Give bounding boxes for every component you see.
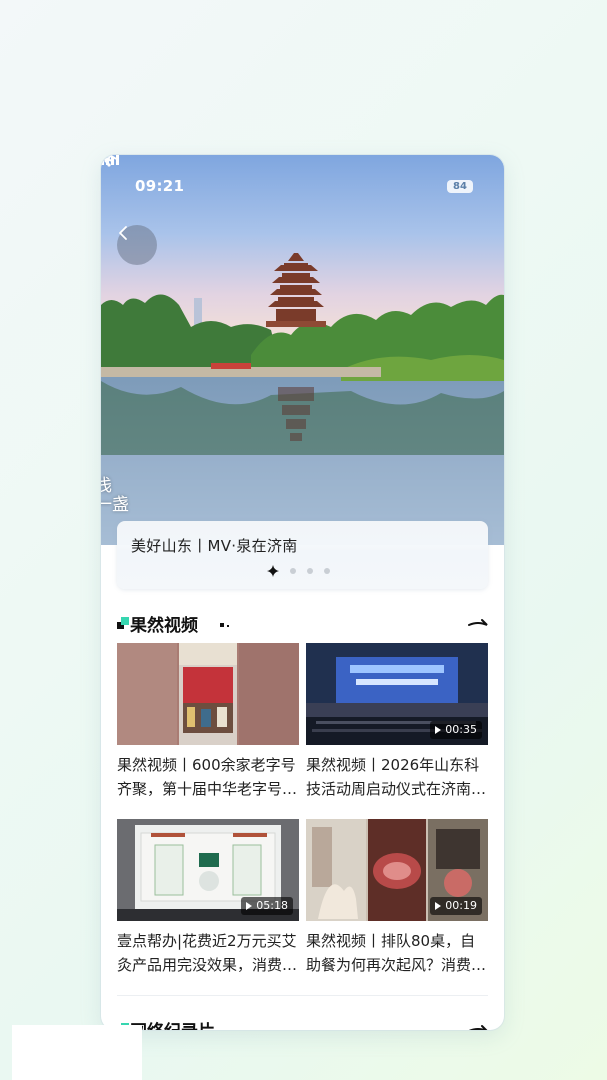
- section-accent-mark-icon: [117, 617, 129, 629]
- chevron-left-icon: [119, 226, 127, 240]
- back-button[interactable]: [117, 225, 157, 265]
- section-title: 果然视频: [130, 616, 198, 636]
- carousel-dots: [267, 565, 330, 577]
- play-icon: [435, 902, 442, 910]
- carousel-dot[interactable]: [290, 568, 296, 574]
- section-divider: [117, 995, 488, 996]
- video-title[interactable]: 果然视频丨600余家老字号齐聚，第十届中华老字号博览会开幕: [117, 753, 301, 801]
- overlay-white-block: [12, 1025, 142, 1080]
- thumbnail-image-expo: [117, 643, 299, 745]
- play-icon: [246, 902, 253, 910]
- play-icon: [435, 726, 442, 734]
- battery-icon: 84: [447, 180, 473, 193]
- more-arrow-icon[interactable]: [468, 615, 488, 629]
- video-thumbnail[interactable]: [117, 643, 299, 745]
- video-title[interactable]: 果然视频丨排队80桌，自助餐为何再次起风？消费者直呼划算: [306, 929, 490, 977]
- section-header-guoran: 果然视频: [117, 609, 488, 637]
- carousel-dot[interactable]: [307, 568, 313, 574]
- status-bar: 09:21 84: [101, 155, 504, 217]
- video-thumbnail[interactable]: 05:18: [117, 819, 299, 921]
- status-time: 09:21: [135, 177, 185, 195]
- video-duration-badge: 05:18: [241, 897, 293, 915]
- more-arrow-icon[interactable]: [468, 1021, 488, 1030]
- hero-caption-text: 浅 一盏: [101, 476, 129, 515]
- section-title: 网络纪录片: [130, 1017, 215, 1030]
- video-thumbnail[interactable]: 00:35: [306, 643, 488, 745]
- banner-caption-card[interactable]: 美好山东丨MV·泉在济南: [117, 521, 488, 589]
- wifi-icon: [101, 155, 117, 167]
- hero-banner-image[interactable]: 09:21 84 浅 一盏: [101, 155, 504, 545]
- video-duration-badge: 00:35: [430, 721, 482, 739]
- video-title[interactable]: 壹点帮办|花费近2万元买艾灸产品用完没效果，消费者要求退款: [117, 929, 301, 977]
- carousel-dot[interactable]: [324, 568, 330, 574]
- video-duration-badge: 00:19: [430, 897, 482, 915]
- video-thumbnail[interactable]: 00:19: [306, 819, 488, 921]
- phone-screen: 09:21 84 浅 一盏 美好山东丨MV·泉在济南 果然视频 果然视频丨600…: [101, 155, 504, 1030]
- carousel-dot-active-sparkle-icon[interactable]: [267, 565, 279, 577]
- banner-title: 美好山东丨MV·泉在济南: [131, 537, 298, 555]
- title-decoration-dots-icon: [220, 623, 229, 627]
- section-header-documentary: 网络纪录片: [117, 1015, 488, 1030]
- video-title[interactable]: 果然视频丨2026年山东科技活动周启动仪式在济南举行: [306, 753, 490, 801]
